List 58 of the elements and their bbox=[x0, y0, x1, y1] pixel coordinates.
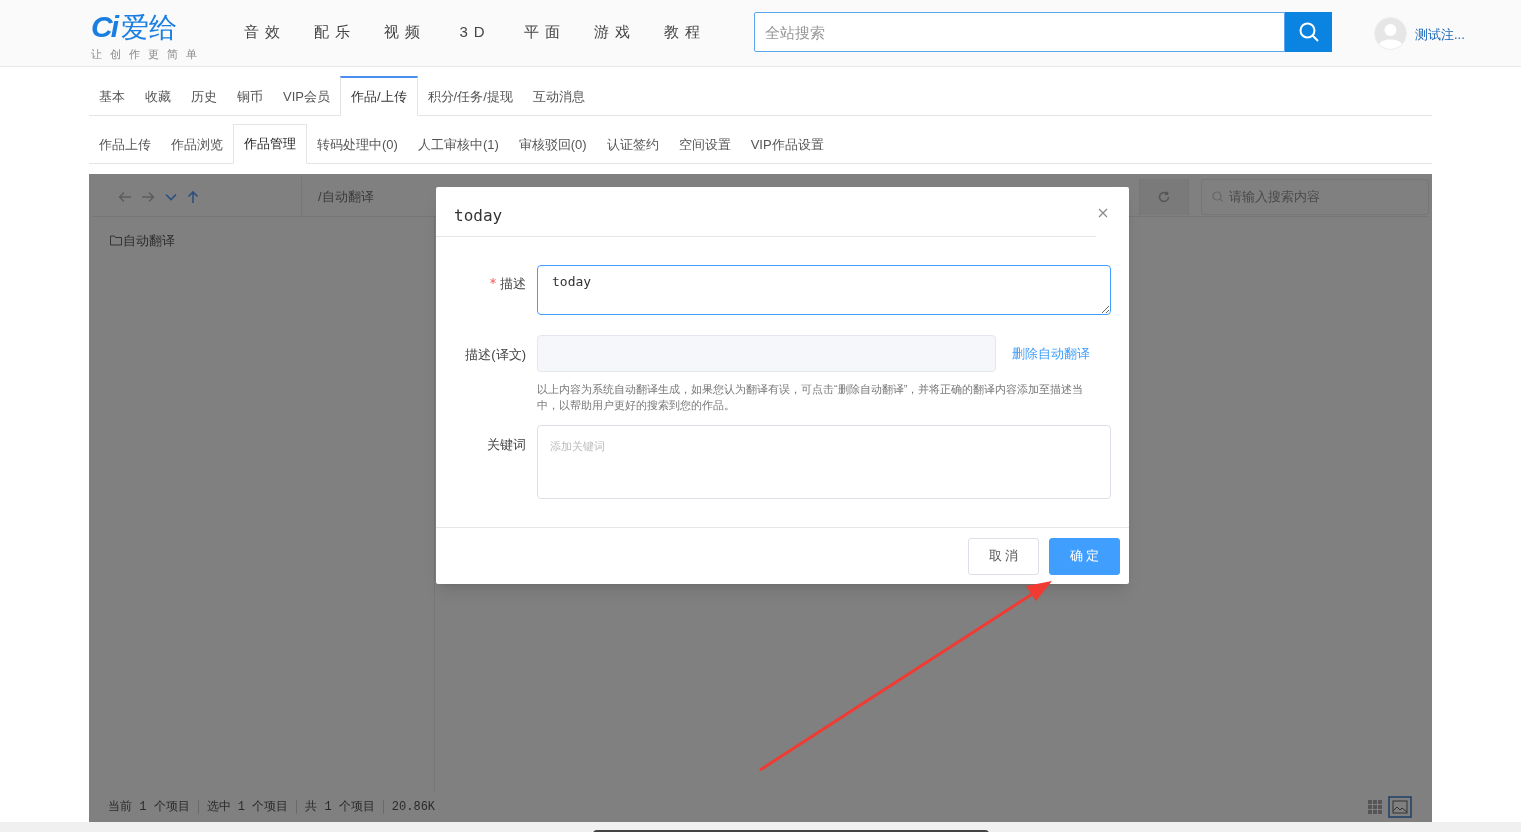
tab[interactable]: 铜币 bbox=[227, 76, 273, 116]
logo-mark: Ci bbox=[91, 11, 117, 42]
path-text: /自动翻译 bbox=[318, 187, 375, 206]
avatar-icon[interactable] bbox=[1374, 16, 1407, 50]
image-view-icon[interactable] bbox=[1388, 796, 1412, 818]
nav-link[interactable]: 视频 bbox=[381, 20, 429, 44]
search-field[interactable]: 全站搜索 bbox=[754, 12, 1285, 52]
nav-link[interactable]: 平面 bbox=[521, 20, 569, 44]
nav-link[interactable]: 3D bbox=[451, 20, 499, 44]
folder-item[interactable]: 自动翻译 bbox=[110, 231, 175, 251]
tab[interactable]: 历史 bbox=[181, 76, 227, 116]
description-field[interactable]: today bbox=[537, 265, 1111, 315]
tab[interactable]: 空间设置 bbox=[668, 124, 741, 164]
tab[interactable]: 作品上传 bbox=[89, 124, 161, 164]
tab[interactable]: 收藏 bbox=[135, 76, 181, 116]
username-link[interactable]: 测试注... bbox=[1415, 24, 1465, 45]
chevron-down-icon[interactable] bbox=[164, 191, 178, 202]
back-arrow-icon[interactable] bbox=[118, 190, 132, 203]
dialog-title: today bbox=[454, 204, 503, 227]
search-icon bbox=[1212, 191, 1223, 202]
tab[interactable]: 基本 bbox=[89, 76, 135, 116]
close-icon[interactable] bbox=[1098, 208, 1108, 218]
field-label: 描述 bbox=[500, 275, 526, 293]
tab[interactable]: 审核驳回(0) bbox=[508, 124, 597, 164]
status-text: 20.86K bbox=[391, 799, 436, 816]
tab[interactable]: 互动消息 bbox=[522, 76, 595, 116]
tab[interactable]: VIP作品设置 bbox=[740, 124, 834, 164]
required-icon bbox=[490, 278, 496, 284]
nav-link[interactable]: 音效 bbox=[241, 20, 289, 44]
tab[interactable]: 作品/上传 bbox=[339, 76, 418, 116]
search-icon bbox=[1297, 21, 1320, 43]
search-button[interactable] bbox=[1285, 12, 1332, 52]
nav-link[interactable]: 配乐 bbox=[311, 20, 359, 44]
tagline: 让创作更简单 bbox=[91, 46, 206, 62]
tab[interactable]: 作品浏览 bbox=[161, 124, 233, 164]
hint-text: 以上内容为系统自动翻译生成，如果您认为翻译有误，可点击“删除自动翻译”，并将正确的翻译内容添加至描述当中，以帮助用户更好的搜索到您的作品。 bbox=[537, 382, 1085, 413]
tab[interactable]: 积分/任务/提现 bbox=[417, 76, 523, 116]
tab[interactable]: VIP会员 bbox=[273, 76, 340, 116]
cancel-button[interactable]: 取 消 bbox=[968, 537, 1039, 575]
nav-link[interactable]: 游戏 bbox=[591, 20, 639, 44]
forward-arrow-icon[interactable] bbox=[141, 190, 155, 203]
tab[interactable]: 认证签约 bbox=[596, 124, 669, 164]
tab[interactable]: 人工审核中(1) bbox=[407, 124, 509, 164]
nav-link[interactable]: 教程 bbox=[661, 20, 709, 44]
status-text: 共 1 个项目 bbox=[305, 799, 375, 816]
grid-view-icon[interactable] bbox=[1368, 800, 1382, 814]
tab[interactable]: 转码处理中(0) bbox=[307, 124, 408, 164]
logo-name: 爱给 bbox=[121, 13, 177, 42]
tab[interactable]: 作品管理 bbox=[233, 124, 307, 164]
status-text: 当前 1 个项目 bbox=[108, 799, 190, 816]
keywords-field[interactable]: 添加关键词 bbox=[537, 425, 1111, 499]
field-label: 描述(译文) bbox=[465, 346, 526, 364]
refresh-icon bbox=[1158, 190, 1170, 203]
status-text: 选中 1 个项目 bbox=[206, 799, 289, 816]
refresh-button[interactable] bbox=[1139, 178, 1189, 215]
field-label: 关键词 bbox=[487, 436, 526, 454]
folder-icon bbox=[110, 235, 122, 247]
up-arrow-icon[interactable] bbox=[187, 189, 199, 204]
